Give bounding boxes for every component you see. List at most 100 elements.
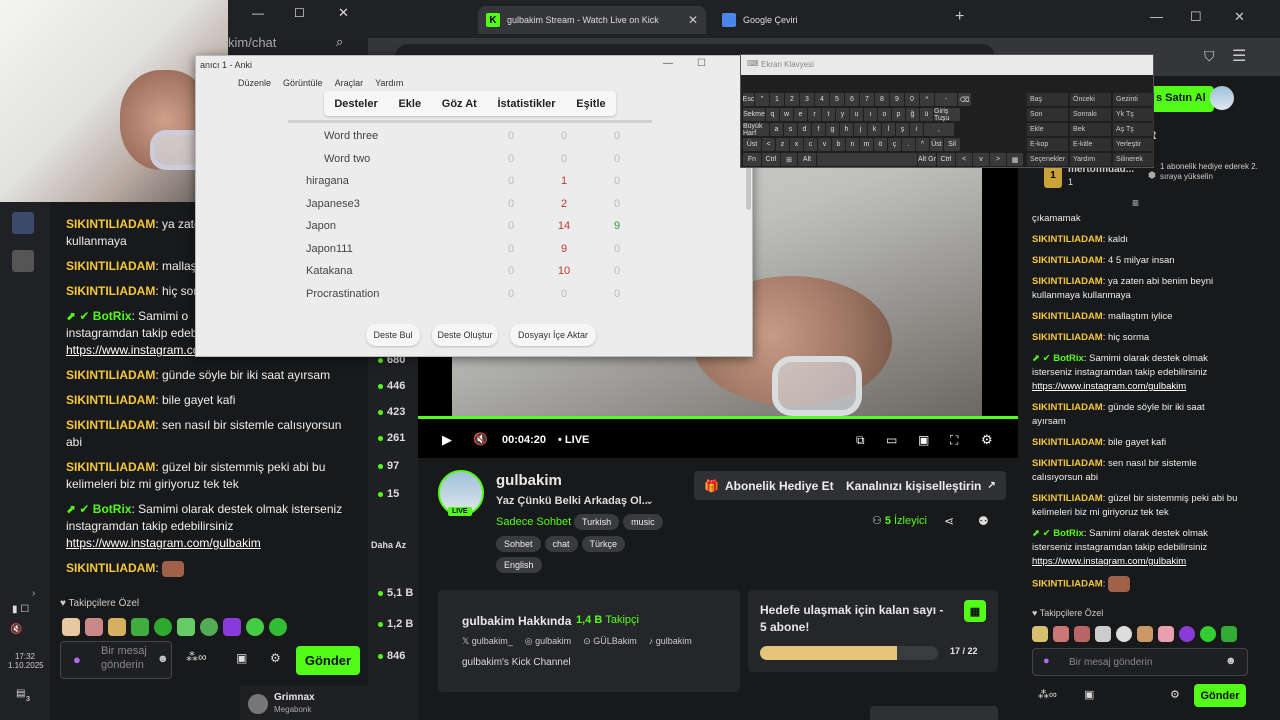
keyboard-key[interactable]: Ctrl — [937, 153, 955, 166]
emote-icon[interactable] — [246, 618, 264, 636]
keyboard-key[interactable]: n — [846, 138, 859, 151]
keyboard-key[interactable]: x — [790, 138, 803, 151]
keyboard-key[interactable]: 2 — [785, 93, 799, 106]
deck-row[interactable]: hiragana 0 1 0 — [196, 171, 736, 193]
send-button[interactable]: Gönder — [1194, 684, 1246, 707]
mic-icon[interactable]: ● — [1043, 655, 1050, 667]
volume-icon[interactable]: 🔇 — [10, 624, 22, 635]
function-key[interactable]: Yerleştir — [1113, 138, 1154, 151]
create-deck-button[interactable]: Deste Oluştur — [432, 324, 498, 346]
keyboard-key[interactable]: ğ — [906, 108, 919, 121]
app-icon[interactable] — [12, 212, 34, 234]
pinned-toggle-icon[interactable]: ≡ — [1132, 196, 1139, 210]
notification-icon[interactable]: ▤ — [16, 688, 25, 699]
function-key[interactable]: Sonraki — [1070, 108, 1111, 121]
minimize-icon[interactable]: — — [252, 6, 264, 20]
maximize-icon[interactable]: ☐ — [697, 58, 706, 69]
tag[interactable]: Turkish — [574, 514, 620, 530]
points-icon[interactable]: ⁂∞ — [186, 650, 207, 664]
chat-input[interactable]: ● Bir mesaj gönderin ☻ — [1032, 648, 1248, 676]
chat-username[interactable]: SIKINTILIADAM — [1032, 493, 1103, 504]
chat-username[interactable]: BotRix — [1053, 353, 1084, 364]
chat-username[interactable]: SIKINTILIADAM — [66, 460, 155, 474]
chat-username[interactable]: BotRix — [93, 309, 132, 323]
keyboard-key[interactable]: Esc — [743, 93, 754, 106]
keyboard-key[interactable]: p — [892, 108, 905, 121]
find-deck-button[interactable]: Deste Bul — [366, 324, 420, 346]
popup-url[interactable]: kim/chat — [228, 35, 276, 50]
function-key[interactable]: Yardım — [1070, 153, 1111, 166]
fullscreen-icon[interactable]: ⛶ — [950, 433, 958, 448]
deck-name[interactable]: hiragana — [306, 175, 349, 187]
tag[interactable]: chat — [544, 536, 578, 552]
shield-icon[interactable]: ⛉ — [1204, 48, 1215, 65]
share-icon[interactable]: ⋖ — [944, 514, 954, 528]
emote-icon[interactable] — [1200, 626, 1216, 642]
tag[interactable]: Sohbet — [496, 536, 541, 552]
mute-icon[interactable]: 🔇 — [473, 432, 488, 446]
emote-icon[interactable] — [1158, 626, 1174, 642]
user-options-icon[interactable]: ⚉ — [978, 514, 989, 528]
emote-icon[interactable] — [269, 618, 287, 636]
deck-row[interactable]: Word three 0 0 0 — [196, 126, 736, 148]
store-icon[interactable]: ▣ — [236, 651, 247, 665]
keyboard-key[interactable]: . — [902, 138, 915, 151]
keyboard-key[interactable]: ş — [896, 123, 909, 136]
chat-username[interactable]: SIKINTILIADAM — [66, 217, 155, 231]
tab-translate[interactable]: Google Çeviri — [714, 6, 942, 34]
social-youtube[interactable]: ⊙ GÜLBakim — [583, 636, 637, 647]
chat-username[interactable]: SIKINTILIADAM — [1032, 332, 1103, 343]
emote-icon[interactable] — [108, 618, 126, 636]
keyboard-key[interactable]: a — [770, 123, 783, 136]
anki-menu-item[interactable]: Görüntüle — [283, 78, 323, 88]
search-icon[interactable]: ⌕ — [336, 34, 343, 50]
chat-username[interactable]: SIKINTILIADAM — [66, 393, 155, 407]
keyboard-key[interactable]: j — [854, 123, 867, 136]
deck-name[interactable]: Katakana — [306, 265, 352, 277]
chat-username[interactable]: SIKINTILIADAM — [1032, 437, 1103, 448]
send-button[interactable]: Gönder — [296, 646, 360, 675]
keyboard-key[interactable]: k — [868, 123, 881, 136]
keyboard-key[interactable]: c — [804, 138, 817, 151]
keyboard-key[interactable]: d — [798, 123, 811, 136]
gear-icon[interactable]: ⚙ — [270, 651, 281, 665]
deck-row[interactable]: Procrastination 0 0 0 — [196, 284, 736, 306]
keyboard-key[interactable]: 9 — [890, 93, 904, 106]
close-icon[interactable]: ✕ — [338, 5, 349, 21]
function-key[interactable]: Yk Tş — [1113, 108, 1154, 121]
keyboard-key[interactable]: Giriş Tuşu — [934, 108, 960, 122]
chat-username[interactable]: BotRix — [93, 502, 132, 516]
keyboard-key[interactable]: 6 — [845, 93, 859, 106]
new-tab-button[interactable]: + — [955, 8, 964, 26]
emote-icon[interactable] — [200, 618, 218, 636]
keyboard-key[interactable]: b — [832, 138, 845, 151]
function-key[interactable]: E-kop — [1027, 138, 1068, 151]
keyboard-key[interactable]: Sil — [944, 138, 960, 151]
keyboard-key[interactable]: ö — [874, 138, 887, 151]
keyboard-key[interactable]: - — [935, 93, 957, 106]
anki-toolbar-button[interactable]: Desteler — [334, 98, 377, 110]
store-icon[interactable]: ▣ — [1084, 688, 1094, 701]
menu-icon[interactable]: ☰ — [1232, 46, 1246, 66]
keyboard-key[interactable]: < — [956, 153, 972, 166]
deck-name[interactable]: Japon — [306, 220, 336, 232]
function-key[interactable]: Baş — [1027, 93, 1068, 106]
chat-username[interactable]: SIKINTILIADAM — [66, 418, 155, 432]
emote-icon[interactable] — [1074, 626, 1090, 642]
emote-icon[interactable] — [1179, 626, 1195, 642]
keyboard-key[interactable]: z — [776, 138, 789, 151]
emote-icon[interactable] — [1095, 626, 1111, 642]
category-link[interactable]: Sadece Sohbet — [496, 516, 571, 528]
emote-icon[interactable] — [1032, 626, 1048, 642]
tray-icon[interactable]: ▮ ☐ — [12, 604, 29, 615]
gear-icon[interactable]: ⚙ — [981, 432, 993, 448]
keyboard-key[interactable]: y — [836, 108, 849, 121]
keyboard-key[interactable]: f — [812, 123, 825, 136]
play-icon[interactable]: ▶ — [442, 432, 452, 448]
keyboard-key[interactable]: ⊞ — [781, 153, 797, 166]
chat-username[interactable]: SIKINTILIADAM — [1032, 458, 1103, 469]
social-tiktok[interactable]: ♪ gulbakim — [649, 636, 692, 647]
chat-username[interactable]: SIKINTILIADAM — [1032, 255, 1103, 266]
chat-username[interactable]: SIKINTILIADAM — [66, 368, 155, 382]
keyboard-key[interactable]: Büyük Harf — [743, 123, 769, 137]
